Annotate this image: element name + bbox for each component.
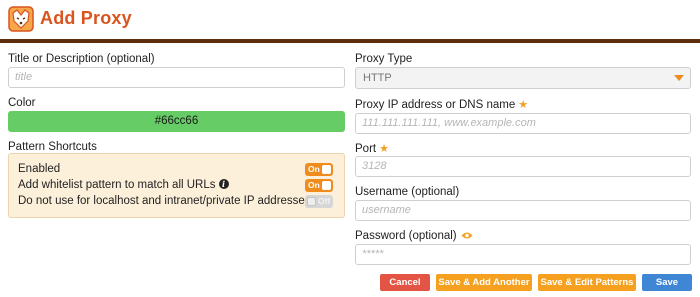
shortcut-enabled-row: Enabled [18,163,60,175]
save-button[interactable]: Save [642,274,692,291]
shortcut-enabled-label: Enabled [18,163,61,175]
toggle-knob [307,197,316,206]
address-input[interactable]: 111.111.111.111, www.example.com [355,113,691,134]
save-add-another-button[interactable]: Save & Add Another [436,274,532,291]
localhost-toggle[interactable]: Off [305,195,333,208]
pattern-shortcuts-label: Pattern Shortcuts [8,141,97,153]
shortcut-whitelist-row: Add whitelist pattern to match all URLs i [18,179,229,191]
header-divider [0,39,700,43]
shortcut-localhost-label: Do not use for localhost and intranet/pr… [18,195,311,207]
color-picker[interactable]: #66cc66 [8,111,345,132]
username-label: Username (optional) [355,186,460,198]
password-label-text: Password (optional) [355,230,457,242]
shortcut-whitelist-label: Add whitelist pattern to match all URLs [18,179,216,191]
star-icon: ★ [379,143,389,155]
address-label: Proxy IP address or DNS name ★ [355,98,528,111]
toggle-state: On [308,164,320,174]
title-label: Title or Description (optional) [8,53,155,65]
proxy-type-label: Proxy Type [355,53,413,65]
page-title: Add Proxy [40,8,132,28]
address-label-text: Proxy IP address or DNS name [355,99,516,111]
toggle-state: On [308,180,320,190]
toggle-state: Off [318,196,331,206]
port-input[interactable]: 3128 [355,156,691,177]
password-input[interactable]: ***** [355,244,691,265]
pattern-shortcuts-panel: Enabled On Add whitelist pattern to matc… [8,153,345,218]
eye-icon[interactable] [461,231,473,240]
toggle-knob [322,165,331,174]
info-icon[interactable]: i [218,179,229,189]
enabled-toggle[interactable]: On [305,163,333,176]
proxy-type-value: HTTP [363,72,392,84]
star-icon: ★ [518,99,529,111]
cancel-button[interactable]: Cancel [380,274,430,291]
fox-logo-icon [8,6,34,32]
caret-down-icon [674,75,684,81]
save-edit-patterns-button[interactable]: Save & Edit Patterns [538,274,636,291]
toggle-knob [322,181,331,190]
title-input[interactable]: title [8,67,345,88]
whitelist-toggle[interactable]: On [305,179,333,192]
username-input[interactable]: username [355,200,691,221]
password-label: Password (optional) [355,230,473,242]
port-label-text: Port [355,143,377,155]
shortcut-localhost-row: Do not use for localhost and intranet/pr… [18,195,324,207]
proxy-type-select[interactable]: HTTP [355,67,691,89]
color-label: Color [8,97,36,109]
header: Add Proxy [0,0,700,40]
port-label: Port ★ [355,142,389,155]
